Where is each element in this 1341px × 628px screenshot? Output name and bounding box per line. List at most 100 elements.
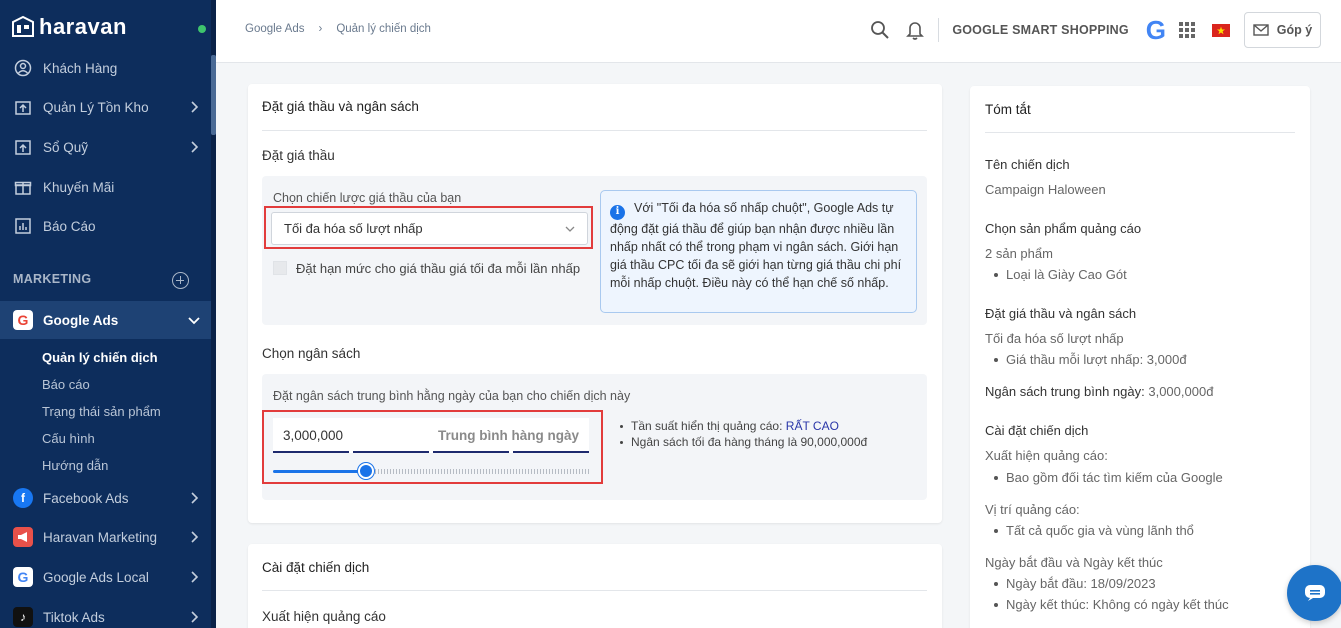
slider-handle[interactable] bbox=[358, 463, 374, 479]
feedback-button[interactable]: Góp ý bbox=[1244, 12, 1321, 48]
bid-strategy-select[interactable]: Tối đa hóa số lượt nhấp bbox=[271, 212, 588, 245]
summary-end-date: Ngày kết thúc: Không có ngày kết thúc bbox=[994, 597, 1229, 612]
strategy-label: Chọn chiến lược giá thầu của bạn bbox=[273, 191, 462, 205]
vietnam-flag-icon[interactable] bbox=[1212, 23, 1230, 37]
card-title: Đặt giá thầu và ngân sách bbox=[262, 99, 419, 114]
megaphone-icon bbox=[13, 527, 33, 547]
chat-button[interactable] bbox=[1287, 565, 1341, 621]
frequency-row: Tần suất hiển thị quảng cáo: RẤT CAO bbox=[620, 418, 867, 434]
add-channel-icon[interactable] bbox=[172, 272, 189, 289]
budget-value: 3,000,000 bbox=[283, 428, 344, 443]
summary-appearance-head: Xuất hiện quảng cáo: bbox=[985, 448, 1108, 463]
chevron-right-icon bbox=[187, 610, 201, 624]
strategy-info-box: i Với "Tối đa hóa số nhấp chuột", Google … bbox=[600, 190, 917, 313]
report-chart-icon bbox=[14, 217, 32, 235]
budget-section-title: Chọn ngân sách bbox=[262, 346, 361, 361]
sidebar-item-label: Google Ads bbox=[43, 312, 119, 328]
sidebar: haravan Khách Hàng Quản Lý Tồn Kho Sổ Qu… bbox=[0, 0, 216, 628]
haravan-logo-icon bbox=[10, 14, 36, 40]
breadcrumb-campaign-manager[interactable]: Quản lý chiến dịch bbox=[336, 23, 431, 35]
subnav-campaign-manager[interactable]: Quản lý chiến dịch bbox=[42, 350, 158, 365]
breadcrumb: Google Ads › Quản lý chiến dịch bbox=[245, 23, 431, 35]
sidebar-item-label: Tiktok Ads bbox=[43, 609, 105, 625]
summary-card: Tóm tắt Tên chiến dịch Campaign Haloween… bbox=[970, 86, 1310, 628]
sidebar-item-inventory[interactable]: Quản Lý Tồn Kho bbox=[0, 89, 211, 125]
sidebar-item-haravan-marketing[interactable]: Haravan Marketing bbox=[0, 519, 211, 555]
max-cpc-label: Đặt hạn mức cho giá thầu giá tối đa mỗi … bbox=[296, 261, 581, 276]
sidebar-item-customers[interactable]: Khách Hàng bbox=[0, 50, 211, 86]
input-underline bbox=[433, 451, 509, 453]
daily-budget-value: 3,000,000đ bbox=[1148, 384, 1214, 399]
mail-icon bbox=[1253, 24, 1269, 36]
sidebar-item-cashbook[interactable]: Sổ Quỹ bbox=[0, 129, 211, 165]
online-status-dot bbox=[198, 25, 206, 33]
subnav-product-status[interactable]: Trạng thái sản phẩm bbox=[42, 404, 161, 419]
search-icon[interactable] bbox=[870, 20, 890, 40]
summary-title: Tóm tắt bbox=[985, 102, 1031, 117]
sidebar-item-label: Google Ads Local bbox=[43, 569, 149, 585]
header-divider bbox=[938, 18, 940, 42]
card-title: Cài đặt chiến dịch bbox=[262, 560, 370, 575]
sidebar-item-label: Khuyến Mãi bbox=[43, 179, 115, 195]
sidebar-scrollbar[interactable] bbox=[211, 0, 216, 628]
budget-info-list: Tần suất hiển thị quảng cáo: RẤT CAO Ngâ… bbox=[620, 418, 867, 450]
summary-location-head: Vị trí quảng cáo: bbox=[985, 502, 1080, 517]
google-logo-icon: G bbox=[1145, 15, 1166, 45]
sidebar-item-reports[interactable]: Báo Cáo bbox=[0, 208, 211, 244]
google-icon: G bbox=[13, 567, 33, 587]
slider-fill bbox=[273, 470, 366, 473]
chat-bubble-icon bbox=[1304, 584, 1326, 602]
subnav-reports[interactable]: Báo cáo bbox=[42, 377, 90, 392]
breadcrumb-google-ads[interactable]: Google Ads bbox=[245, 23, 304, 35]
bid-section-title: Đặt giá thầu bbox=[262, 148, 335, 163]
facebook-icon: f bbox=[13, 488, 33, 508]
divider bbox=[262, 590, 927, 591]
subnav-settings[interactable]: Cấu hình bbox=[42, 431, 95, 446]
chevron-right-icon bbox=[187, 100, 201, 114]
chevron-right-icon bbox=[187, 530, 201, 544]
user-circle-icon bbox=[14, 59, 32, 77]
summary-appearance-item: Bao gồm đối tác tìm kiếm của Google bbox=[994, 470, 1223, 485]
haravan-logo[interactable]: haravan bbox=[10, 14, 127, 40]
max-cpc-checkbox[interactable] bbox=[273, 261, 287, 275]
frequency-label: Tần suất hiển thị quảng cáo: bbox=[631, 419, 783, 433]
breadcrumb-separator: › bbox=[318, 23, 323, 35]
bell-icon[interactable] bbox=[906, 20, 925, 40]
chevron-down-icon bbox=[565, 225, 575, 233]
summary-bid-strategy: Tối đa hóa số lượt nhấp bbox=[985, 331, 1124, 346]
daily-budget-input[interactable]: 3,000,000 Trung bình hàng ngày bbox=[273, 418, 589, 453]
apps-grid-icon[interactable] bbox=[1178, 21, 1196, 39]
scrollbar-thumb[interactable] bbox=[211, 55, 216, 135]
sidebar-item-promotions[interactable]: Khuyến Mãi bbox=[0, 169, 211, 205]
divider bbox=[985, 132, 1295, 133]
header-actions: GOOGLE SMART SHOPPING G Góp ý bbox=[870, 12, 1321, 48]
slider-track bbox=[369, 469, 589, 474]
budget-slider[interactable] bbox=[273, 469, 589, 475]
sidebar-item-facebook-ads[interactable]: f Facebook Ads bbox=[0, 480, 211, 516]
summary-bid-item: Giá thầu mỗi lượt nhấp: 3,000đ bbox=[994, 352, 1187, 367]
divider bbox=[262, 130, 927, 131]
sidebar-item-label: Quản Lý Tồn Kho bbox=[43, 99, 149, 115]
sidebar-item-label: Haravan Marketing bbox=[43, 529, 158, 545]
sidebar-item-label: Khách Hàng bbox=[43, 60, 118, 76]
bid-strategy-value: Tối đa hóa số lượt nhấp bbox=[284, 221, 423, 236]
info-text: Với "Tối đa hóa số nhấp chuột", Google A… bbox=[610, 201, 902, 290]
sidebar-item-tiktok-ads[interactable]: ♪ Tiktok Ads bbox=[0, 599, 211, 628]
info-icon: i bbox=[610, 204, 625, 220]
summary-name-value: Campaign Haloween bbox=[985, 182, 1106, 197]
input-underline bbox=[353, 451, 429, 453]
daily-budget-head: Ngân sách trung bình ngày: bbox=[985, 384, 1145, 399]
brand-name: haravan bbox=[39, 14, 127, 39]
chevron-down-icon bbox=[187, 313, 201, 330]
summary-dates-head: Ngày bắt đầu và Ngày kết thúc bbox=[985, 555, 1163, 570]
summary-products-item: Loại là Giày Cao Gót bbox=[994, 267, 1127, 282]
chevron-right-icon bbox=[187, 491, 201, 505]
subnav-guide[interactable]: Hướng dẫn bbox=[42, 458, 108, 473]
chevron-right-icon bbox=[187, 140, 201, 154]
sidebar-item-google-ads-local[interactable]: G Google Ads Local bbox=[0, 559, 211, 595]
budget-label: Đặt ngân sách trung bình hằng ngày của b… bbox=[273, 389, 631, 403]
summary-products-head: Chọn sản phẩm quảng cáo bbox=[985, 221, 1142, 236]
sidebar-item-google-ads[interactable]: G Google Ads bbox=[0, 301, 211, 339]
campaign-settings-card: Cài đặt chiến dịch Xuất hiện quảng cáo bbox=[248, 544, 942, 628]
input-underline bbox=[273, 451, 349, 453]
